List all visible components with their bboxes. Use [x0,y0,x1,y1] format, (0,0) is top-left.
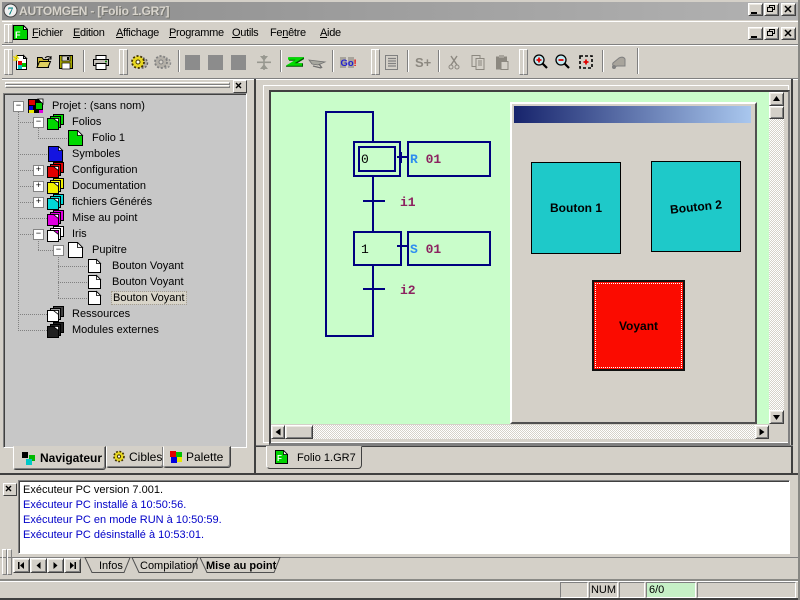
svg-text:0: 0 [361,152,369,167]
svg-text:Mise au point: Mise au point [206,560,277,572]
svg-text:Infos: Infos [99,560,123,572]
svg-text:Go: Go [341,58,354,69]
svg-text:F: F [15,30,21,40]
svg-text:S 01: S 01 [410,242,441,257]
svg-text:!: ! [354,58,357,69]
svg-text:i1: i1 [400,195,416,210]
svg-text:S+: S+ [415,55,432,70]
svg-text:1: 1 [361,242,369,257]
svg-text:Compilation: Compilation [140,560,198,572]
svg-text:i2: i2 [400,283,416,298]
svg-text:F: F [277,454,282,463]
svg-text:R 01: R 01 [410,152,441,167]
svg-text:7: 7 [8,6,14,18]
